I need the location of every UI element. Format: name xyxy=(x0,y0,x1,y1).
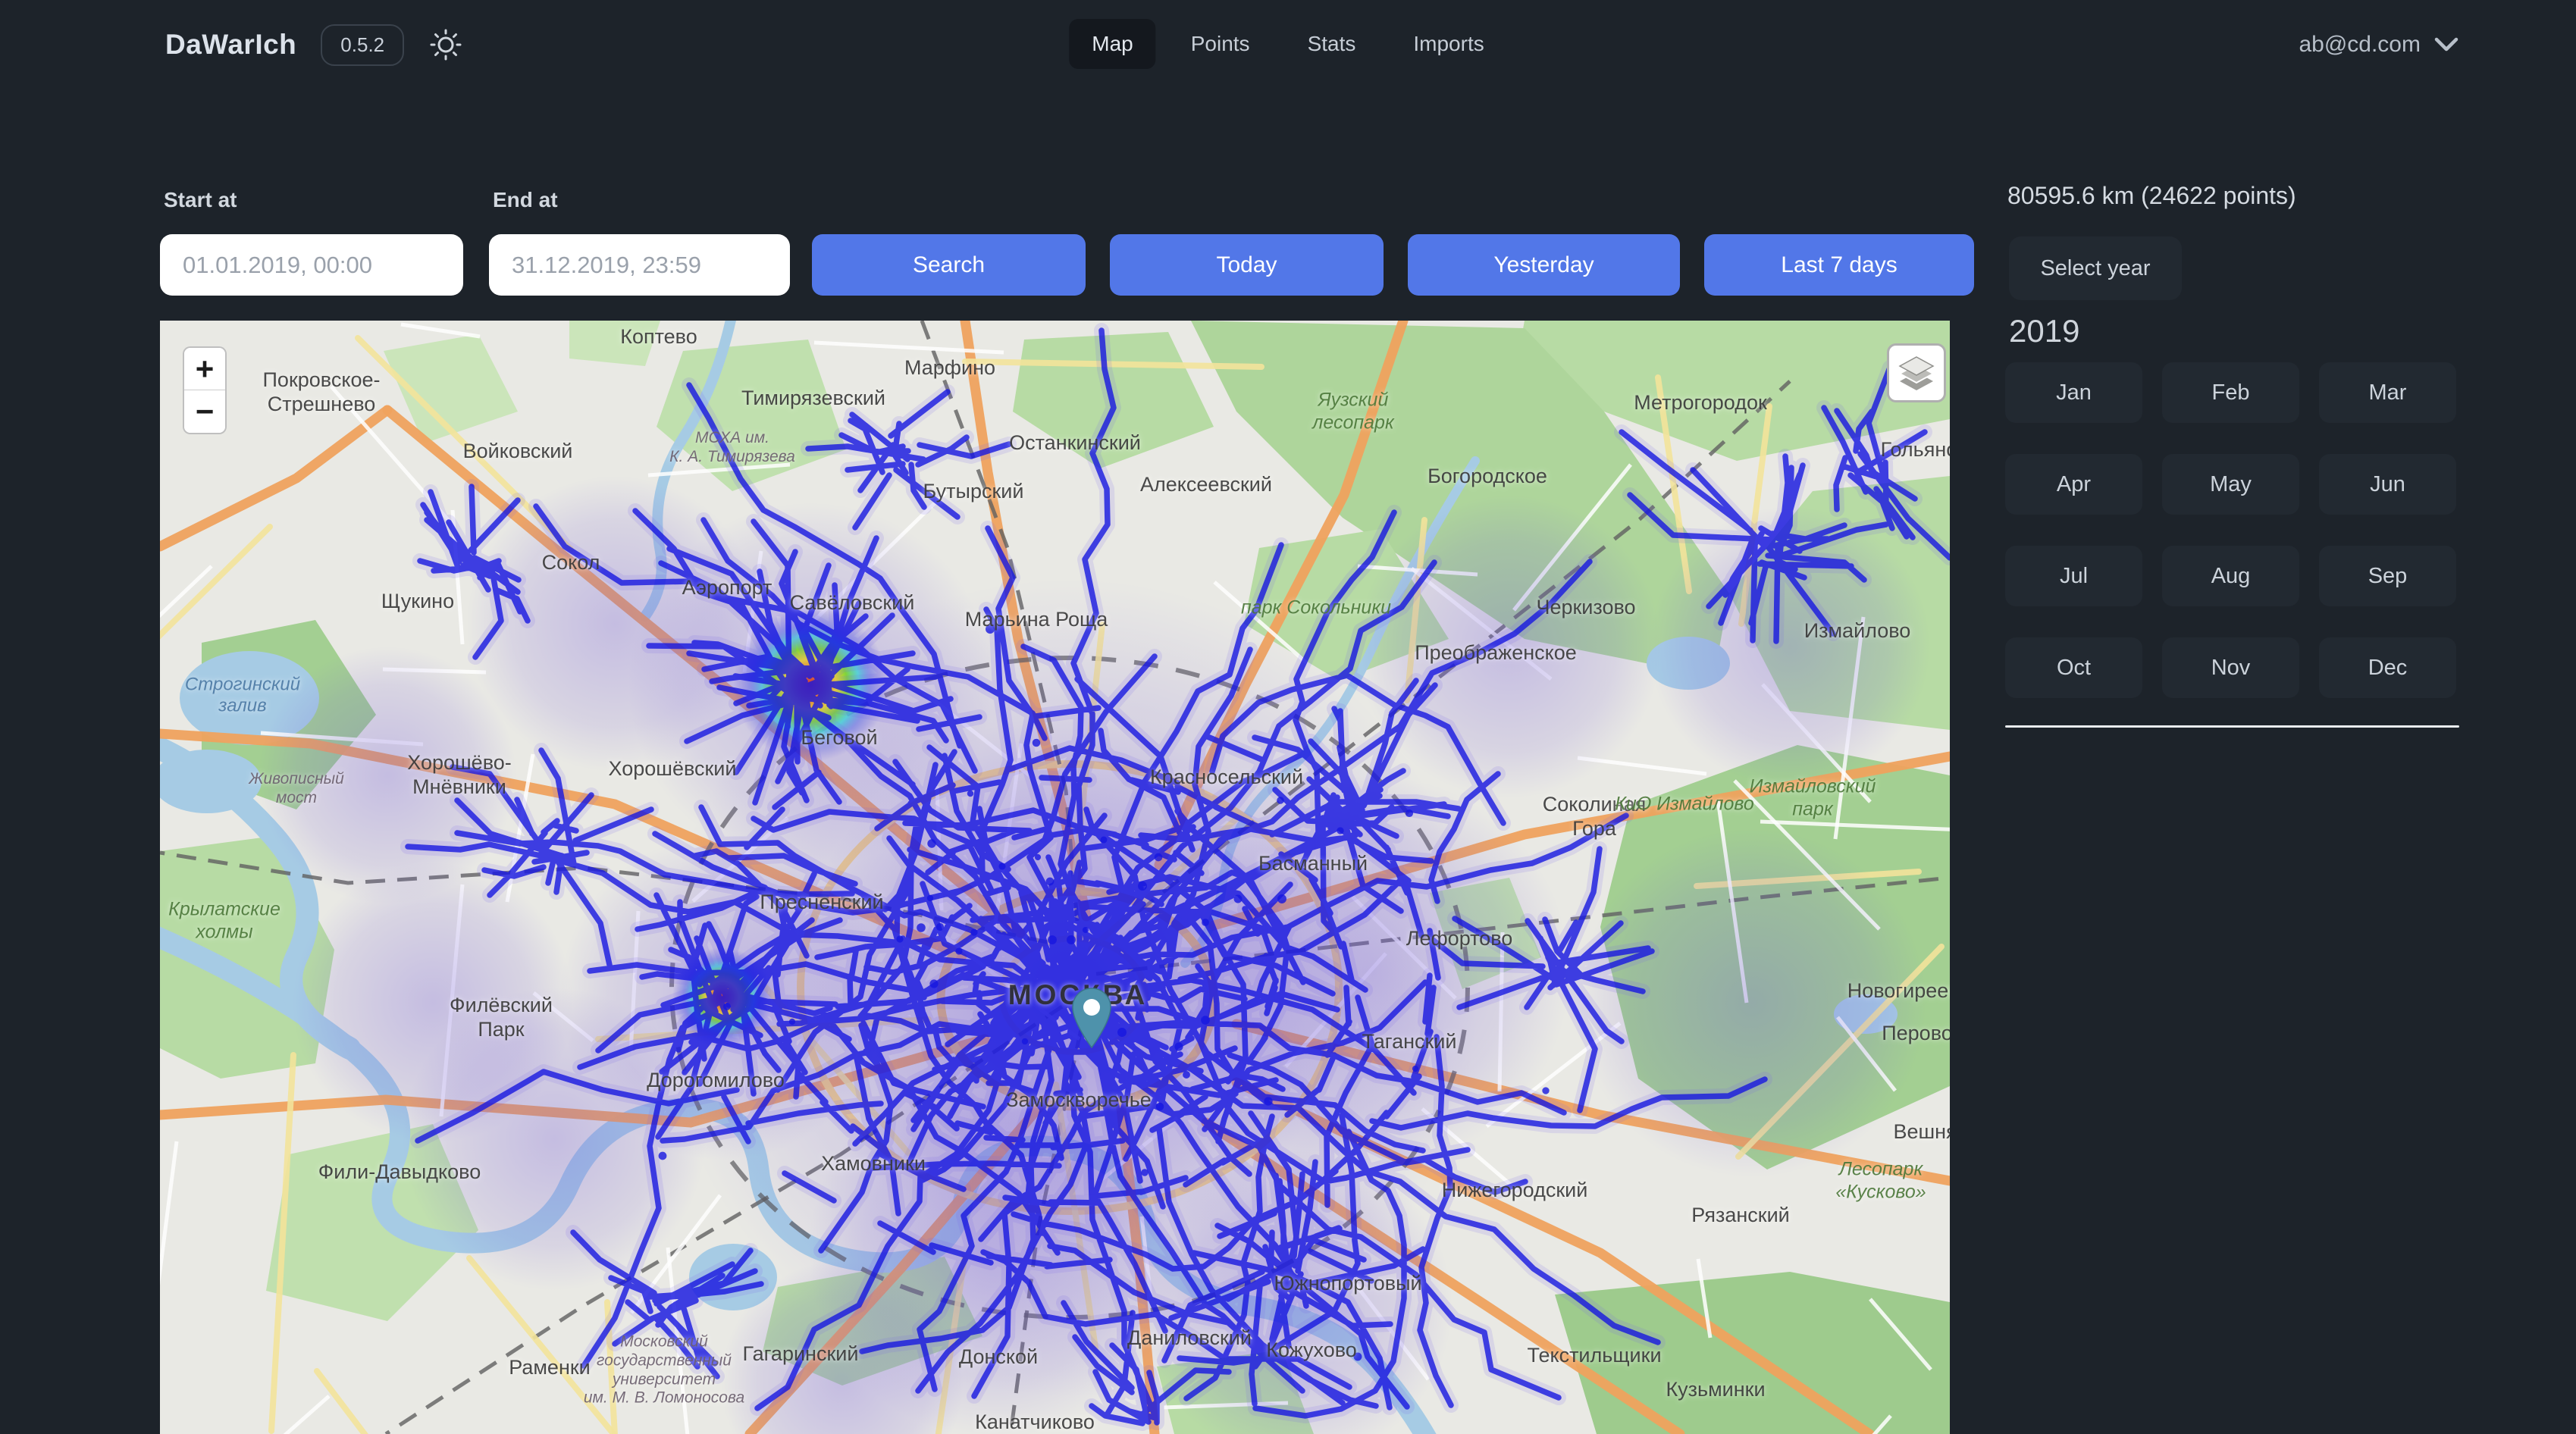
brand: DaWarIch 0.5.2 xyxy=(165,0,463,89)
month-button-apr[interactable]: Apr xyxy=(2005,454,2142,515)
app-title: DaWarIch xyxy=(165,29,296,61)
map-tiles xyxy=(160,321,1950,1434)
month-grid: Jan Feb Mar Apr May Jun Jul Aug Sep Oct Nov Dec xyxy=(2005,362,2456,698)
account-menu[interactable]: ab@cd.com xyxy=(2299,0,2458,89)
zoom-in-button[interactable]: + xyxy=(184,348,225,390)
chevron-down-icon xyxy=(2434,37,2458,52)
year-heading: 2019 xyxy=(2009,313,2079,349)
month-button-dec[interactable]: Dec xyxy=(2319,637,2456,698)
today-button[interactable]: Today xyxy=(1110,234,1384,296)
tab-stats[interactable]: Stats xyxy=(1285,19,1379,69)
distance-points-summary: 80595.6 km (24622 points) xyxy=(2007,182,2296,210)
search-button[interactable]: Search xyxy=(812,234,1086,296)
zoom-control: + − xyxy=(183,346,227,434)
select-year-button[interactable]: Select year xyxy=(2009,236,2182,300)
layers-icon xyxy=(1896,352,1937,393)
month-button-aug[interactable]: Aug xyxy=(2162,546,2299,606)
yesterday-button[interactable]: Yesterday xyxy=(1408,234,1680,296)
month-button-jun[interactable]: Jun xyxy=(2319,454,2456,515)
layers-control-button[interactable] xyxy=(1887,343,1946,402)
sidebar-divider xyxy=(2005,725,2459,728)
end-at-label: End at xyxy=(493,188,558,212)
tab-imports[interactable]: Imports xyxy=(1390,19,1506,69)
tab-points[interactable]: Points xyxy=(1168,19,1273,69)
end-at-input[interactable] xyxy=(489,234,790,296)
month-button-jan[interactable]: Jan xyxy=(2005,362,2142,423)
zoom-out-button[interactable]: − xyxy=(184,390,225,433)
main-nav-tabs: Map PointsStatsImports xyxy=(1069,19,1506,69)
month-button-may[interactable]: May xyxy=(2162,454,2299,515)
month-button-jul[interactable]: Jul xyxy=(2005,546,2142,606)
month-button-feb[interactable]: Feb xyxy=(2162,362,2299,423)
map[interactable]: КоптевоПокровское- СтрешневоТимирязевски… xyxy=(160,321,1950,1434)
version-badge: 0.5.2 xyxy=(321,24,404,66)
tab-map[interactable]: Map xyxy=(1069,19,1155,69)
start-at-label: Start at xyxy=(164,188,237,212)
theme-toggle-button[interactable] xyxy=(428,27,463,62)
month-button-nov[interactable]: Nov xyxy=(2162,637,2299,698)
month-button-oct[interactable]: Oct xyxy=(2005,637,2142,698)
last-7-days-button[interactable]: Last 7 days xyxy=(1704,234,1974,296)
month-button-mar[interactable]: Mar xyxy=(2319,362,2456,423)
start-at-input[interactable] xyxy=(160,234,463,296)
account-email: ab@cd.com xyxy=(2299,32,2421,58)
month-button-sep[interactable]: Sep xyxy=(2319,546,2456,606)
sun-icon xyxy=(428,27,463,62)
